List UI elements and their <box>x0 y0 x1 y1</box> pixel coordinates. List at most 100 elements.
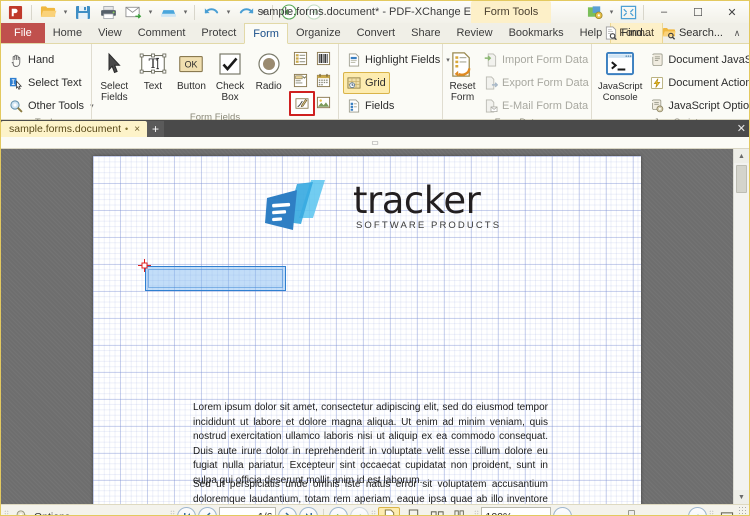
javascript-console-icon <box>605 49 635 79</box>
checkbox-field-button[interactable]: Check Box <box>212 46 249 104</box>
reset-form-button[interactable]: Reset Form <box>447 46 478 104</box>
minimize-button[interactable]: – <box>647 1 681 23</box>
scroll-down-arrow-icon[interactable]: ▼ <box>734 490 749 504</box>
tab-bookmarks[interactable]: Bookmarks <box>501 23 572 43</box>
undo-dropdown-caret[interactable]: ▾ <box>224 2 233 22</box>
tab-share[interactable]: Share <box>403 23 448 43</box>
tab-protect[interactable]: Protect <box>193 23 244 43</box>
select-text-label: Select Text <box>28 77 82 89</box>
redo-dropdown-caret[interactable]: ▾ <box>259 2 268 22</box>
vertical-scrollbar[interactable]: ▲ ▼ <box>733 149 749 504</box>
export-form-data-button[interactable]: Export Form Data <box>480 72 593 94</box>
tab-comment[interactable]: Comment <box>130 23 194 43</box>
text-field-button[interactable]: T Text <box>135 46 172 93</box>
scan-icon[interactable] <box>156 1 180 23</box>
zoom-in-button[interactable]: + <box>688 507 708 515</box>
tab-form[interactable]: Form <box>244 23 288 44</box>
hand-tool-button[interactable]: Hand <box>5 49 58 71</box>
modified-indicator: • <box>125 124 129 134</box>
find-button[interactable]: Find... <box>600 24 656 42</box>
new-tab-button[interactable]: + <box>147 121 165 137</box>
forward-icon[interactable] <box>302 1 326 23</box>
window-controls: ▾ – ☐ ✕ <box>583 1 749 23</box>
resize-grip[interactable] <box>738 506 748 515</box>
print-icon[interactable] <box>96 1 120 23</box>
single-page-view-button[interactable] <box>378 506 401 515</box>
collapse-ribbon-button[interactable]: ∧ <box>729 24 745 42</box>
pdf-page[interactable]: tracker SOFTWARE PRODUCTS Lorem ipsum do… <box>93 156 641 504</box>
zoom-caret-icon[interactable]: ▾ <box>544 513 548 516</box>
fields-button[interactable]: Fields <box>343 95 398 117</box>
ribbon-group-form-data: Reset Form Import Form Data Export Form … <box>442 44 593 128</box>
select-fields-button[interactable]: Select Fields <box>96 46 133 104</box>
last-page-button[interactable] <box>299 507 319 515</box>
back-icon[interactable] <box>277 1 301 23</box>
tab-organize[interactable]: Organize <box>288 23 349 43</box>
zoom-level-field[interactable]: 100% ▾ <box>481 507 552 516</box>
two-page-view-button[interactable] <box>426 507 448 515</box>
zoom-out-button[interactable]: − <box>553 507 573 515</box>
scrollbar-thumb[interactable] <box>736 165 747 193</box>
previous-page-button[interactable] <box>198 507 218 515</box>
email-icon[interactable] <box>121 1 145 23</box>
select-text-tool-button[interactable]: Select Text <box>5 72 86 94</box>
navigate-back-button[interactable] <box>329 507 349 515</box>
first-page-button[interactable] <box>177 507 197 515</box>
close-button[interactable]: ✕ <box>715 1 749 23</box>
scan-dropdown-caret[interactable]: ▾ <box>181 2 190 22</box>
tab-home[interactable]: Home <box>45 23 90 43</box>
two-page-continuous-button[interactable] <box>450 507 472 515</box>
new-form-field-rectangle[interactable] <box>145 266 286 291</box>
email-form-data-button[interactable]: E-Mail Form Data <box>480 95 593 117</box>
fit-page-button[interactable] <box>716 507 738 515</box>
document-actions-icon <box>650 76 664 90</box>
open-dropdown-caret[interactable]: ▾ <box>61 2 70 22</box>
document-view[interactable]: tracker SOFTWARE PRODUCTS Lorem ipsum do… <box>1 149 749 504</box>
close-tab-icon[interactable]: × <box>132 124 142 135</box>
tab-convert[interactable]: Convert <box>349 23 404 43</box>
save-icon[interactable] <box>71 1 95 23</box>
search-button[interactable]: Search... <box>658 24 727 42</box>
next-page-button[interactable] <box>278 507 298 515</box>
maximize-button[interactable]: ☐ <box>681 1 715 23</box>
email-dropdown-caret[interactable]: ▾ <box>146 2 155 22</box>
button-field-button[interactable]: OK Button <box>173 46 210 93</box>
highlight-fields-icon <box>347 53 361 67</box>
scroll-up-arrow-icon[interactable]: ▲ <box>734 149 749 163</box>
split-view-handle[interactable]: ▭ <box>1 137 749 149</box>
tab-file[interactable]: File <box>1 23 45 43</box>
options-caret-icon[interactable]: ▾ <box>84 513 88 516</box>
radio-field-button[interactable]: Radio <box>250 46 287 93</box>
navigate-forward-button[interactable] <box>350 507 370 515</box>
app-logo-icon[interactable] <box>3 1 27 23</box>
redo-icon[interactable] <box>234 1 258 23</box>
export-form-data-icon <box>484 76 498 90</box>
fullscreen-icon[interactable] <box>616 1 640 23</box>
tab-review[interactable]: Review <box>448 23 500 43</box>
page-number-field[interactable]: 1/6 <box>219 507 277 515</box>
barcode-field-icon[interactable] <box>312 47 336 70</box>
customize-ui-icon[interactable] <box>583 1 607 23</box>
customize-dropdown-caret[interactable]: ▾ <box>607 2 616 22</box>
import-form-data-button[interactable]: Import Form Data <box>480 49 593 71</box>
document-tab[interactable]: sample.forms.document • × <box>1 121 148 137</box>
open-icon[interactable] <box>36 1 60 23</box>
highlight-fields-button[interactable]: Highlight Fields ▾ <box>343 49 454 71</box>
dropdown-field-icon[interactable] <box>289 69 313 92</box>
document-actions-button[interactable]: Document Actions <box>646 72 749 94</box>
image-field-icon[interactable] <box>312 91 336 114</box>
javascript-console-button[interactable]: JavaScript Console <box>596 46 644 104</box>
options-button[interactable]: Options... ▾ <box>11 508 91 516</box>
tab-view[interactable]: View <box>90 23 130 43</box>
undo-icon[interactable] <box>199 1 223 23</box>
javascript-options-button[interactable]: JavaScript Options <box>646 95 749 117</box>
other-tools-button[interactable]: Other Tools ▾ <box>5 95 98 117</box>
zoom-slider-knob[interactable] <box>628 509 636 515</box>
grid-toggle-button[interactable]: Grid <box>343 72 390 94</box>
document-javascript-button[interactable]: Document JavaScript <box>646 49 749 71</box>
continuous-view-button[interactable] <box>402 507 424 515</box>
tracker-tagline: SOFTWARE PRODUCTS <box>356 220 502 231</box>
list-box-field-icon[interactable] <box>289 47 313 70</box>
close-document-button[interactable]: ✕ <box>737 122 746 135</box>
date-field-icon[interactable] <box>312 69 336 92</box>
